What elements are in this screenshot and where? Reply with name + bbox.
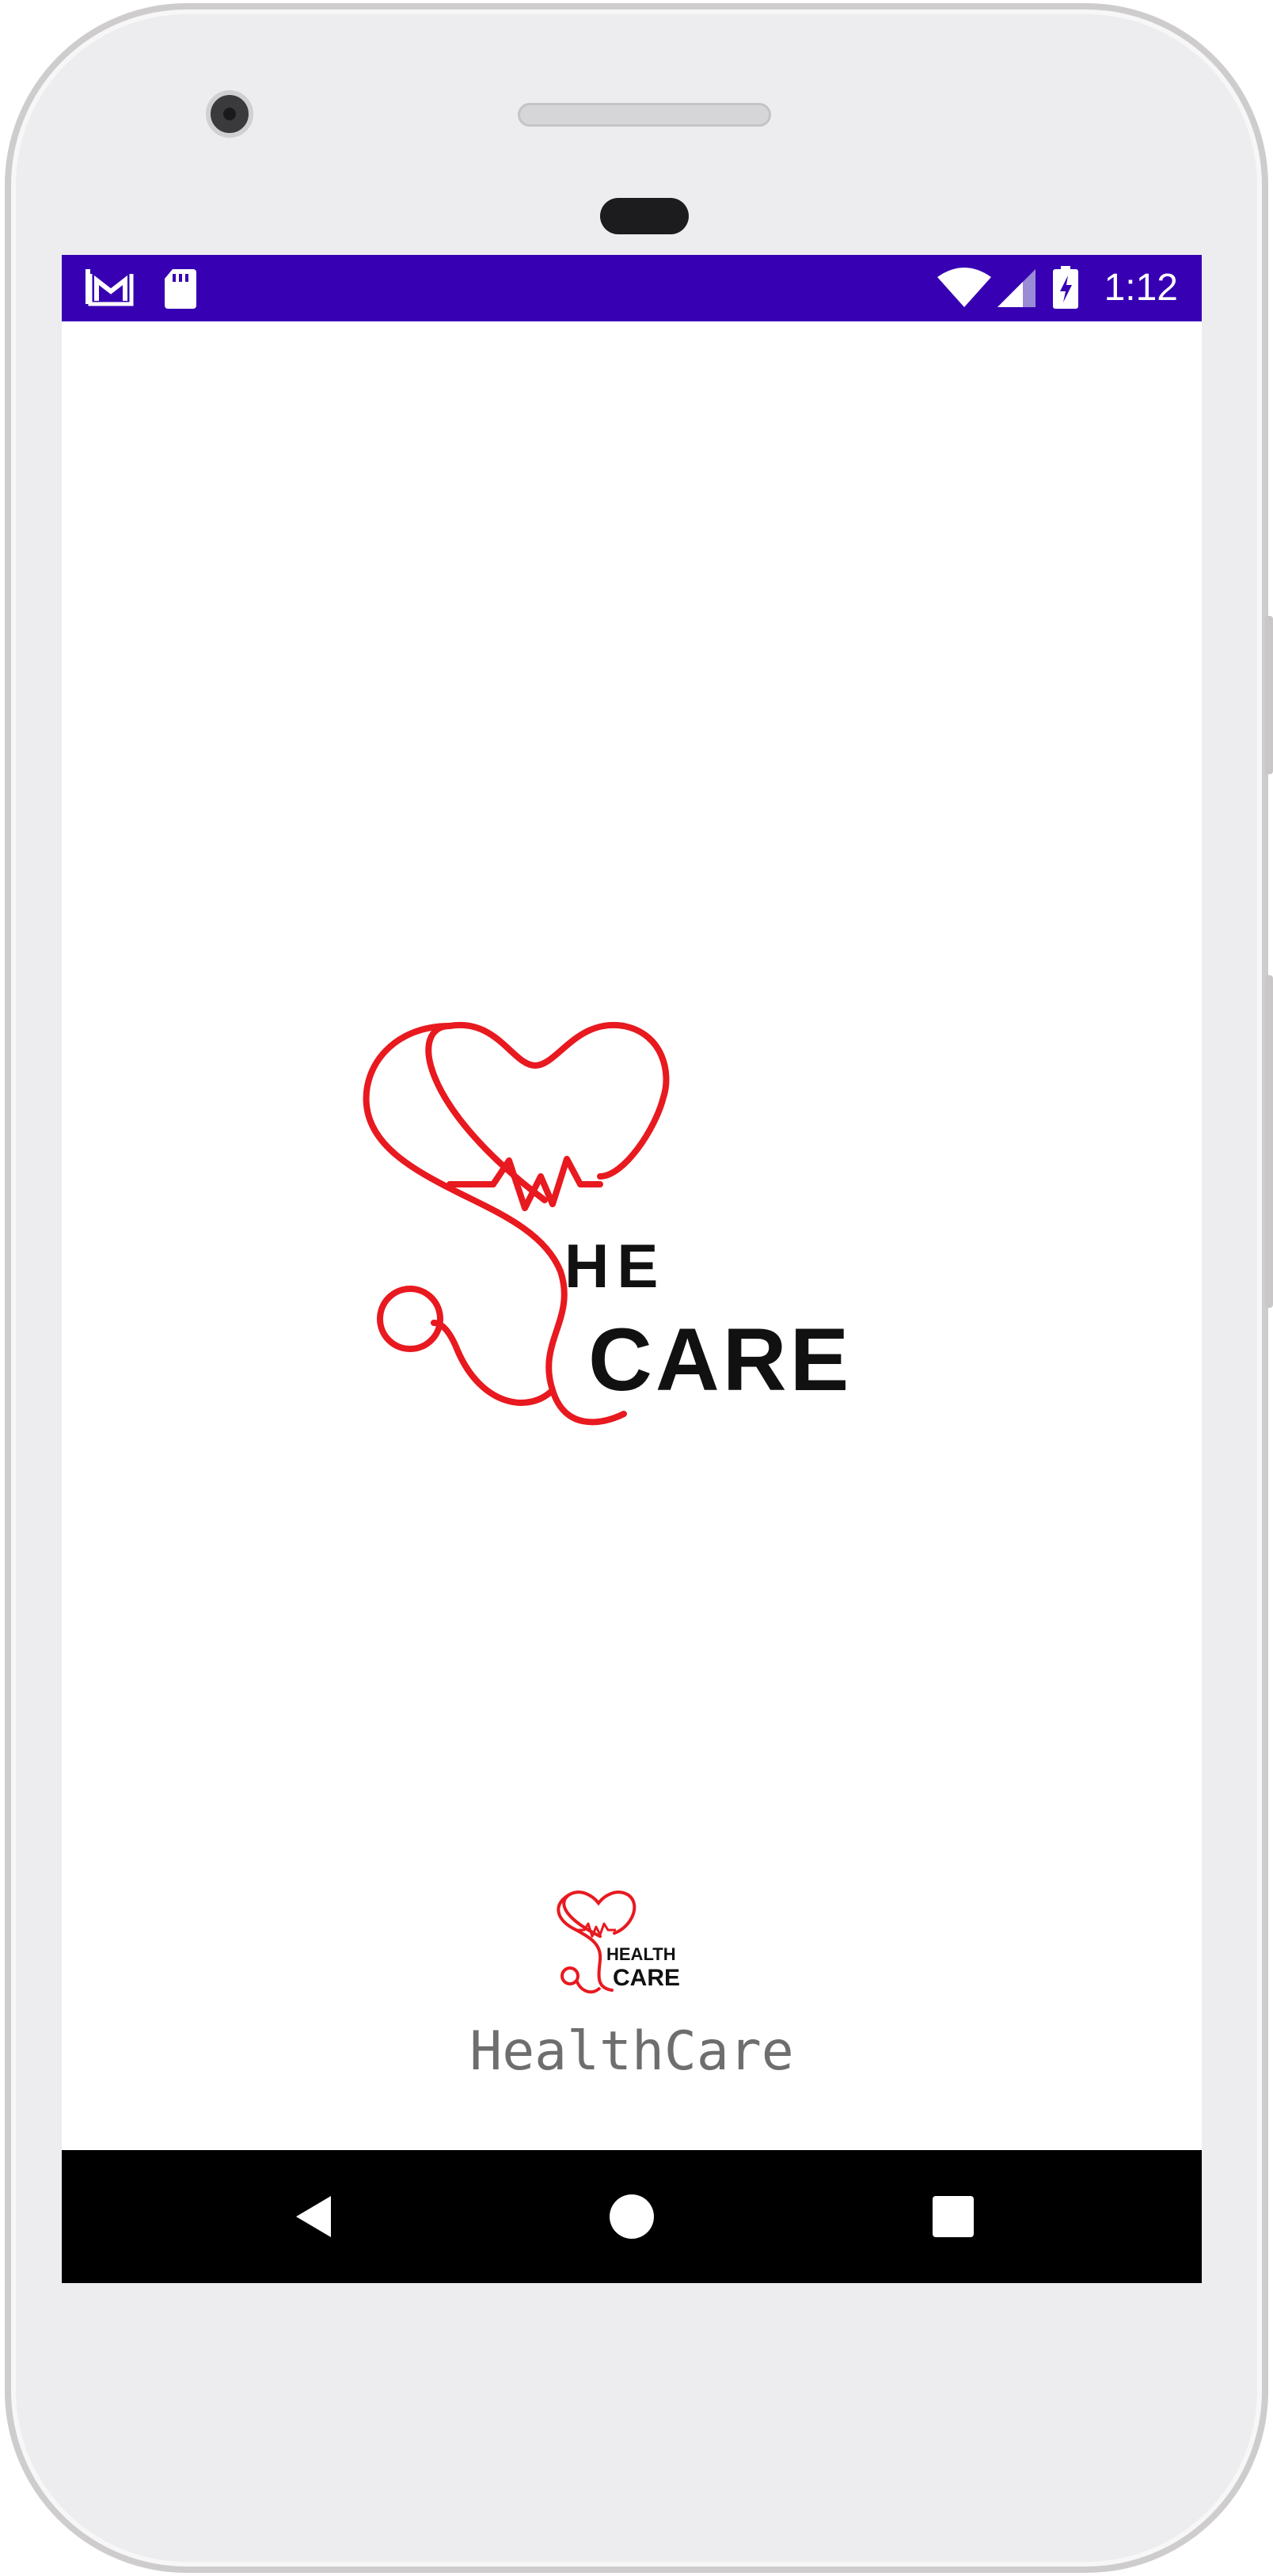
app-name-label: HealthCare	[469, 2020, 794, 2083]
status-time: 1:12	[1104, 267, 1178, 309]
power-button	[1265, 975, 1273, 1308]
proximity-sensor	[600, 198, 689, 234]
logo-large-line2: CARE	[588, 1310, 852, 1409]
home-icon[interactable]	[606, 2191, 657, 2242]
healthcare-logo-large: HE CARE	[363, 1021, 852, 1426]
status-bar: 1:12	[62, 255, 1202, 321]
back-icon[interactable]	[291, 2191, 342, 2242]
splash-screen: HE CARE HEALTH CARE HealthCare	[62, 321, 1202, 2145]
logo-small-line1: HEALTH	[606, 1944, 676, 1964]
recents-icon[interactable]	[928, 2191, 978, 2242]
earpiece-speaker	[518, 103, 771, 127]
wifi-icon	[937, 268, 991, 307]
gmail-icon	[86, 269, 134, 306]
healthcare-logo-small: HEALTH CARE	[557, 1890, 680, 1994]
volume-button	[1265, 616, 1273, 774]
battery-charging-icon	[1053, 266, 1078, 309]
sd-card-icon	[165, 269, 196, 309]
cell-signal-icon	[998, 269, 1036, 307]
logo-large-line1: HE	[564, 1231, 666, 1301]
navigation-bar	[62, 2150, 1202, 2283]
logo-small-line2: CARE	[613, 1965, 680, 1991]
device-screen: 1:12 HE CARE HEALTH CARE HealthCare	[62, 255, 1202, 2283]
front-camera	[206, 90, 253, 138]
